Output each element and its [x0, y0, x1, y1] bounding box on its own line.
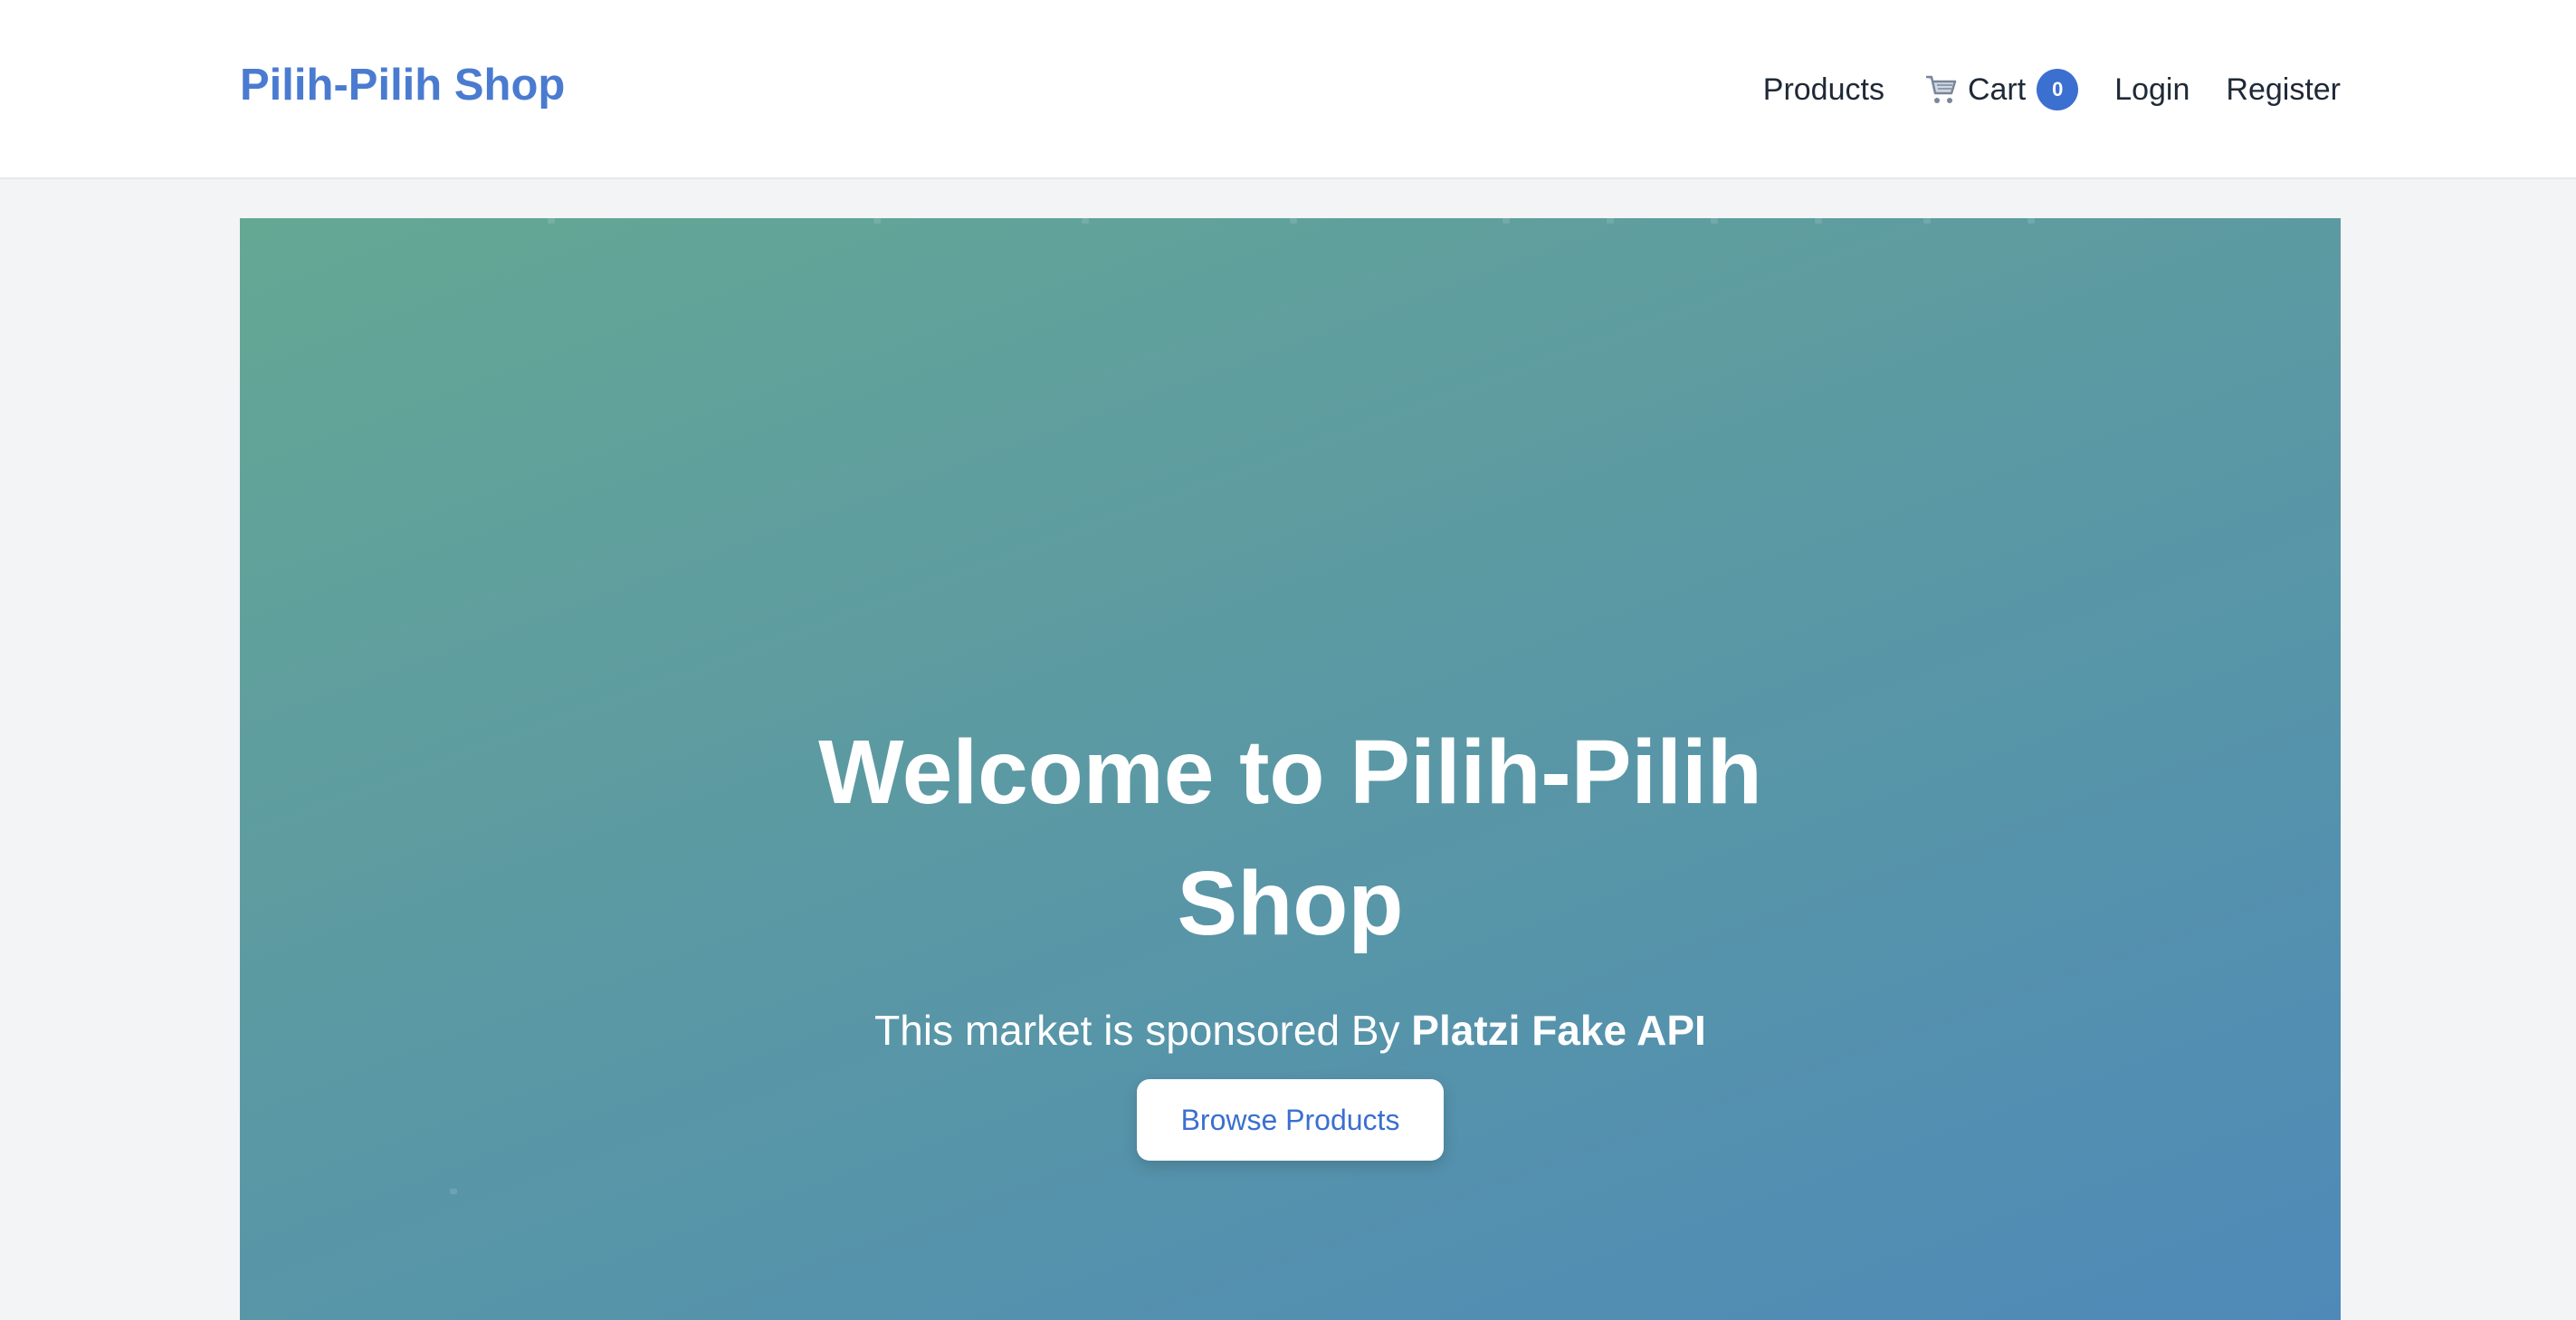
decorative-dot	[548, 218, 555, 224]
hero-title-line-2: Shop	[1177, 853, 1404, 954]
decorative-dot	[1923, 218, 1931, 224]
shopping-cart-icon	[1924, 73, 1959, 106]
decorative-dot	[450, 1189, 457, 1194]
hero-subtitle-text: This market is sponsored By	[874, 1007, 1412, 1054]
decorative-dot	[1503, 218, 1510, 224]
brand-logo-link[interactable]: Pilih-Pilih Shop	[240, 60, 565, 110]
nav-cart-link[interactable]: Cart 0	[1924, 69, 2079, 110]
sponsor-name: Platzi Fake API	[1411, 1007, 1706, 1054]
nav-login-link[interactable]: Login	[2114, 72, 2190, 108]
top-navbar: Pilih-Pilih Shop Products Cart 0 Login R…	[0, 0, 2576, 179]
decorative-dot	[1082, 218, 1089, 224]
cart-label: Cart	[1967, 72, 2027, 107]
decorative-dot	[1815, 218, 1822, 224]
decorative-dot	[873, 218, 881, 224]
decorative-dot	[1290, 218, 1297, 224]
cart-count-badge: 0	[2037, 69, 2079, 110]
nav-products-link[interactable]: Products	[1763, 72, 1884, 108]
main-nav: Products Cart 0 Login Register	[1763, 0, 2341, 179]
decorative-dot	[2027, 218, 2035, 224]
decorative-dot	[1711, 218, 1718, 224]
nav-register-link[interactable]: Register	[2226, 72, 2341, 108]
decorative-dot	[1607, 218, 1614, 224]
hero-title-line-1: Welcome to Pilih-Pilih	[818, 722, 1762, 823]
hero-banner: Welcome to Pilih-Pilih Shop This market …	[240, 218, 2341, 1320]
hero-subtitle: This market is sponsored By Platzi Fake …	[240, 1006, 2341, 1055]
browse-products-button[interactable]: Browse Products	[1137, 1079, 1444, 1161]
hero-title: Welcome to Pilih-Pilih Shop	[240, 707, 2341, 970]
